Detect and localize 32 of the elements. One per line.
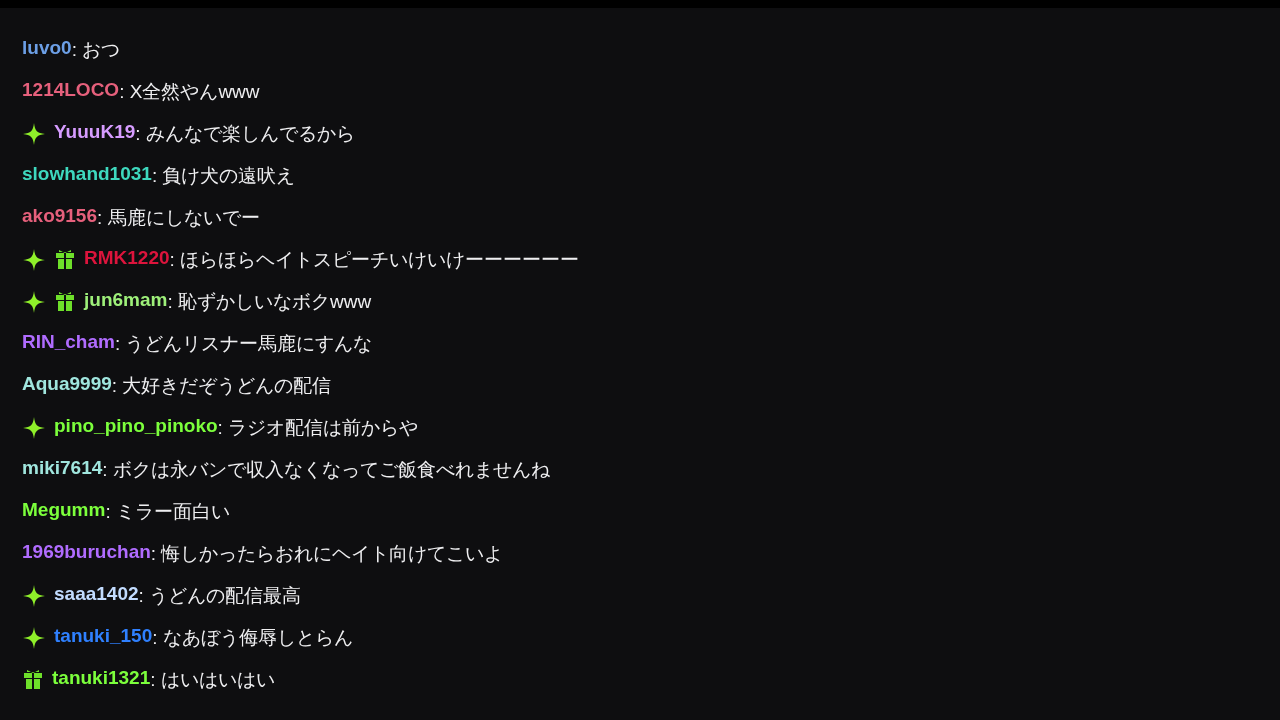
message-text: : ボクは永バンで収入なくなってご飯食べれませんね: [102, 458, 550, 482]
message-text: : 負け犬の遠吠え: [151, 164, 296, 188]
username[interactable]: saaa1402: [54, 583, 139, 609]
username[interactable]: luvo0: [22, 37, 72, 63]
username[interactable]: jun6mam: [84, 289, 168, 315]
username[interactable]: RIN_cham: [22, 331, 115, 357]
username[interactable]: RMK1220: [84, 247, 170, 273]
username[interactable]: miki7614: [22, 457, 103, 483]
message-text: : おつ: [71, 38, 121, 62]
username[interactable]: slowhand1031: [22, 163, 152, 189]
username[interactable]: tanuki_150: [54, 625, 153, 651]
message-text: : なあぼう侮辱しとらん: [152, 626, 353, 650]
username[interactable]: pino_pino_pinoko: [54, 415, 218, 441]
message-text: : ミラー面白い: [105, 500, 230, 524]
message-text: : ラジオ配信は前からや: [217, 416, 419, 440]
username[interactable]: YuuuK19: [54, 121, 136, 147]
message-text: : うどんの配信最高: [138, 584, 302, 608]
message-text: : うどんリスナー馬鹿にすんな: [114, 332, 373, 356]
username[interactable]: 1969buruchan: [22, 541, 151, 567]
username[interactable]: 1214LOCO: [22, 79, 120, 105]
username[interactable]: Megumm: [22, 499, 106, 525]
message-text: : X全然やんwww: [119, 80, 260, 104]
username[interactable]: Aqua9999: [22, 373, 112, 399]
message-text: : ほらほらヘイトスピーチいけいけーーーーーー: [169, 248, 580, 272]
message-text: : 恥ずかしいなボクwww: [167, 290, 372, 314]
message-text: : 悔しかったらおれにヘイト向けてこいよ: [150, 542, 504, 566]
username[interactable]: tanuki1321: [52, 667, 151, 693]
message-text: : 大好きだぞうどんの配信: [111, 374, 332, 398]
message-text: : みんなで楽しんでるから: [135, 122, 355, 146]
message-text: : 馬鹿にしないでー: [97, 206, 260, 230]
message-text: : はいはいはい: [150, 668, 275, 692]
username[interactable]: ako9156: [22, 205, 97, 231]
